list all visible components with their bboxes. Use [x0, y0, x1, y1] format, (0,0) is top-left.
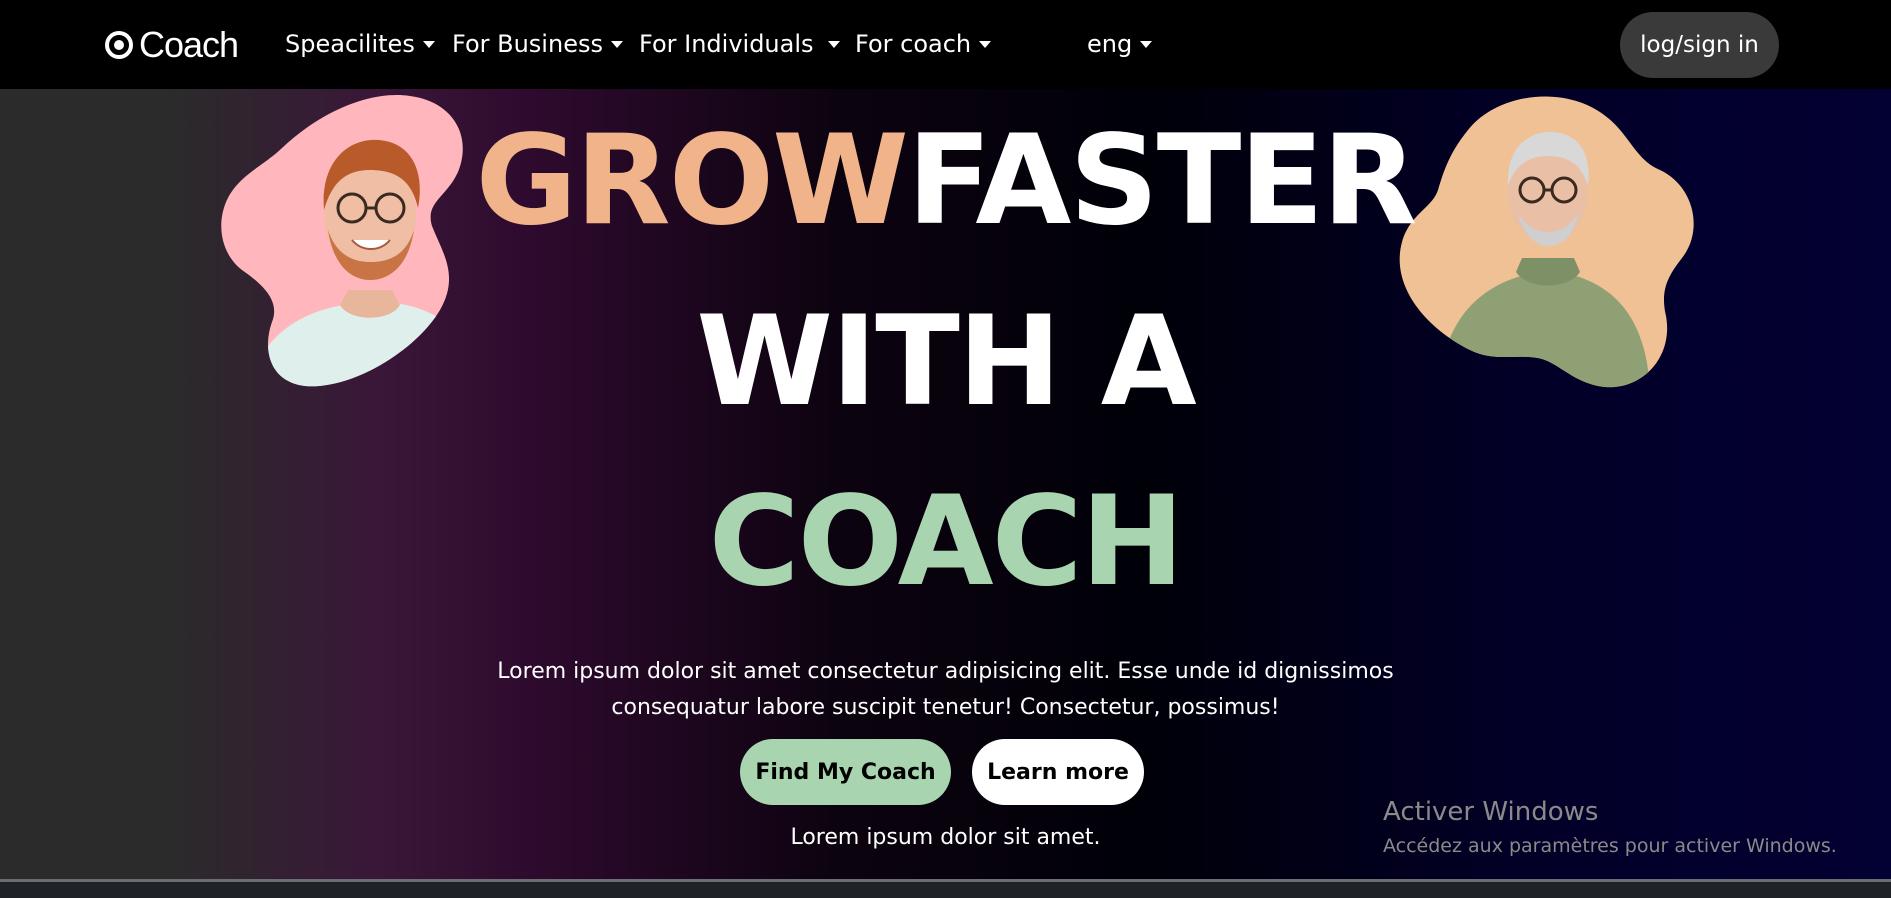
login-signin-button[interactable]: log/sign in: [1620, 12, 1779, 78]
hero-section: GROWFASTER WITH A COACH Lorem ipsum dolo…: [0, 89, 1891, 879]
language-label: eng: [1087, 30, 1133, 58]
language-selector[interactable]: eng: [1087, 30, 1153, 58]
chevron-down-icon: [422, 40, 435, 48]
watermark-title: Activer Windows: [1383, 797, 1599, 827]
learn-more-button[interactable]: Learn more: [972, 739, 1144, 805]
bottom-edge-strip: [0, 879, 1891, 898]
hero-description: Lorem ipsum dolor sit amet consectetur a…: [497, 659, 1394, 720]
headline-faster: FASTER: [906, 109, 1418, 253]
chevron-down-icon: [610, 40, 623, 48]
headline-line-3: COACH: [708, 470, 1185, 614]
chevron-down-icon: [827, 40, 840, 48]
headline-line-2: WITH A: [696, 290, 1196, 434]
windows-activation-watermark: Activer Windows Accédez aux paramètres p…: [1383, 797, 1837, 857]
chevron-down-icon: [979, 40, 992, 48]
brand-name: Coach: [139, 24, 239, 65]
nav-specialities-label: Speacilites: [285, 30, 415, 58]
chevron-down-icon: [1140, 40, 1153, 48]
nav-for-coach-dropdown[interactable]: For coach: [855, 30, 992, 58]
find-my-coach-button[interactable]: Find My Coach: [740, 739, 951, 805]
nav-for-business-label: For Business: [452, 30, 603, 58]
nav-for-business-dropdown[interactable]: For Business: [452, 30, 623, 58]
headline-grow: GROW: [475, 109, 909, 253]
watermark-subtitle: Accédez aux paramètres pour activer Wind…: [1383, 835, 1837, 857]
logo-icon: [105, 31, 133, 59]
top-navbar: Coach Speacilites For Business For Indiv…: [0, 0, 1891, 89]
brand-logo[interactable]: Coach: [105, 24, 239, 66]
nav-specialities-dropdown[interactable]: Speacilites: [285, 30, 435, 58]
nav-for-individuals-dropdown[interactable]: For Individuals: [639, 30, 840, 58]
nav-for-individuals-label: For Individuals: [639, 30, 814, 58]
nav-for-coach-label: For coach: [855, 30, 972, 58]
headline-line-1: GROWFASTER: [0, 119, 1891, 243]
